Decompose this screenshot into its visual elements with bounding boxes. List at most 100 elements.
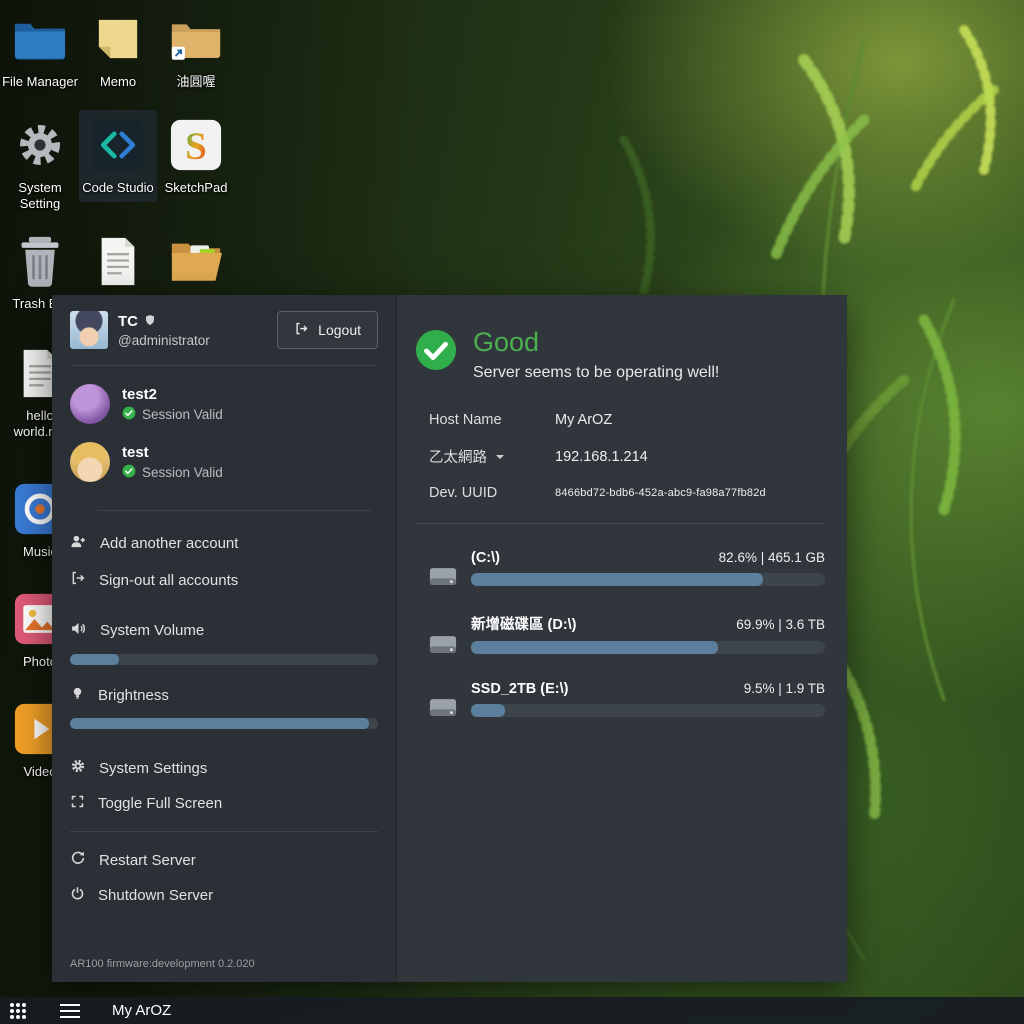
user-name: TC (118, 313, 138, 330)
hostname-value: My ArOZ (555, 412, 612, 428)
user-handle: @administrator (118, 333, 210, 348)
divider (415, 523, 825, 524)
sign-out-icon (70, 570, 86, 590)
hostname-label: Host Name (429, 412, 555, 428)
brightness-slider[interactable] (70, 718, 378, 729)
logout-label: Logout (318, 322, 361, 338)
power-icon (70, 886, 85, 905)
desktop-icon-file-manager[interactable]: File Manager (1, 4, 79, 96)
desktop-icon-shortcut-folder[interactable]: 油圓喔 (157, 4, 235, 96)
disk-name: 新增磁碟區 (D:\) (471, 613, 577, 634)
app-grid-icon[interactable] (10, 1003, 26, 1019)
network-row: 乙太網路 192.168.1.214 (415, 446, 825, 467)
account-avatar (70, 442, 110, 482)
menu-label: System Settings (99, 760, 207, 777)
disk-row-c: (C:\) 82.6% | 465.1 GB (415, 550, 825, 586)
network-interface-label: 乙太網路 (429, 446, 487, 467)
desktop-icon-memo[interactable]: Memo (79, 4, 157, 96)
disk-usage: 9.5% | 1.9 TB (744, 681, 825, 696)
menu-label: Sign-out all accounts (99, 572, 238, 589)
uuid-label: Dev. UUID (429, 485, 555, 501)
desktop-icon-label: Memo (100, 74, 136, 90)
desktop-icon-code-studio[interactable]: Code Studio (79, 110, 157, 202)
brightness-label-row: Brightness (70, 678, 378, 713)
volume-label-row: System Volume (70, 612, 378, 649)
status-title: Good (473, 327, 719, 358)
desktop-icon-system-setting[interactable]: System Setting (1, 110, 79, 217)
user-avatar (70, 311, 108, 349)
svg-text:S: S (185, 125, 207, 168)
desktop-icon-label: 油圓喔 (176, 74, 215, 90)
add-account-item[interactable]: Add another account (70, 525, 378, 562)
desktop-icon-sketchpad[interactable]: S SketchPad (157, 110, 235, 202)
uuid-row: Dev. UUID 8466bd72-bdb6-452a-abc9-fa98a7… (415, 485, 825, 501)
account-avatar (70, 384, 110, 424)
disk-usage-bar (471, 704, 825, 717)
status-subtitle: Server seems to be operating well! (473, 364, 719, 382)
account-status: Session Valid (142, 407, 223, 422)
hard-drive-icon (429, 698, 457, 717)
chevron-down-icon (496, 455, 504, 463)
taskbar-title: My ArOZ (112, 1002, 171, 1019)
sketchpad-icon: S (170, 116, 222, 174)
restart-server-item[interactable]: Restart Server (70, 842, 378, 878)
menu-label: Restart Server (99, 852, 196, 869)
disk-name: (C:\) (471, 550, 500, 566)
memo-icon (95, 10, 141, 68)
disk-usage-bar (471, 641, 825, 654)
disk-row-e: SSD_2TB (E:\) 9.5% | 1.9 TB (415, 681, 825, 717)
hard-drive-icon (429, 635, 457, 654)
user-identity: TC @administrator (118, 313, 210, 348)
shield-icon (144, 313, 156, 330)
gear-icon (70, 758, 86, 778)
user-header: TC @administrator Logout (70, 311, 378, 349)
disk-row-d: 新增磁碟區 (D:\) 69.9% | 3.6 TB (415, 613, 825, 654)
shutdown-server-item[interactable]: Shutdown Server (70, 878, 378, 913)
add-user-icon (70, 533, 87, 554)
firmware-version: AR100 firmware:development 0.2.020 (70, 948, 378, 970)
account-name: test (122, 444, 223, 461)
desktop-icon-document[interactable] (79, 226, 157, 302)
lightbulb-icon (70, 686, 85, 705)
system-tray-panel: TC @administrator Logout test2 Session V… (52, 295, 847, 982)
divider (70, 365, 378, 366)
code-icon (92, 116, 144, 174)
account-item-test2[interactable]: test2 Session Valid (70, 384, 378, 424)
network-interface-dropdown[interactable]: 乙太網路 (429, 446, 555, 467)
taskbar: My ArOZ (0, 997, 1024, 1024)
folder-icon (13, 10, 67, 68)
hamburger-menu-icon[interactable] (60, 1004, 80, 1018)
desktop-icon-label: SketchPad (165, 180, 228, 196)
logout-button[interactable]: Logout (277, 311, 378, 349)
status-header: Good Server seems to be operating well! (415, 327, 825, 382)
menu-label: System Volume (100, 622, 204, 639)
divider (98, 510, 372, 511)
ip-address-value: 192.168.1.214 (555, 449, 648, 465)
volume-slider[interactable] (70, 654, 378, 665)
disk-name: SSD_2TB (E:\) (471, 681, 569, 697)
toggle-fullscreen-item[interactable]: Toggle Full Screen (70, 786, 378, 821)
logout-icon (294, 321, 309, 339)
speaker-icon (70, 620, 87, 641)
menu-label: Brightness (98, 687, 169, 704)
document-icon (98, 232, 138, 290)
hostname-row: Host Name My ArOZ (415, 412, 825, 428)
folder-document-icon (170, 232, 222, 290)
desktop-icon-label: File Manager (2, 74, 78, 90)
fullscreen-icon (70, 794, 85, 813)
uuid-value: 8466bd72-bdb6-452a-abc9-fa98a77fb82d (555, 487, 766, 499)
desktop-icon-label: System Setting (2, 180, 78, 211)
desktop-icon-folder-document[interactable] (157, 226, 235, 302)
user-menu: TC @administrator Logout test2 Session V… (52, 295, 397, 982)
shortcut-folder-icon (170, 10, 222, 68)
divider (70, 831, 378, 832)
system-settings-item[interactable]: System Settings (70, 750, 378, 786)
signout-all-item[interactable]: Sign-out all accounts (70, 562, 378, 598)
hard-drive-icon (429, 567, 457, 586)
account-status: Session Valid (142, 465, 223, 480)
account-item-test[interactable]: test Session Valid (70, 442, 378, 482)
check-circle-icon (122, 406, 136, 423)
menu-label: Toggle Full Screen (98, 795, 222, 812)
account-name: test2 (122, 386, 223, 403)
trash-icon (16, 232, 64, 290)
